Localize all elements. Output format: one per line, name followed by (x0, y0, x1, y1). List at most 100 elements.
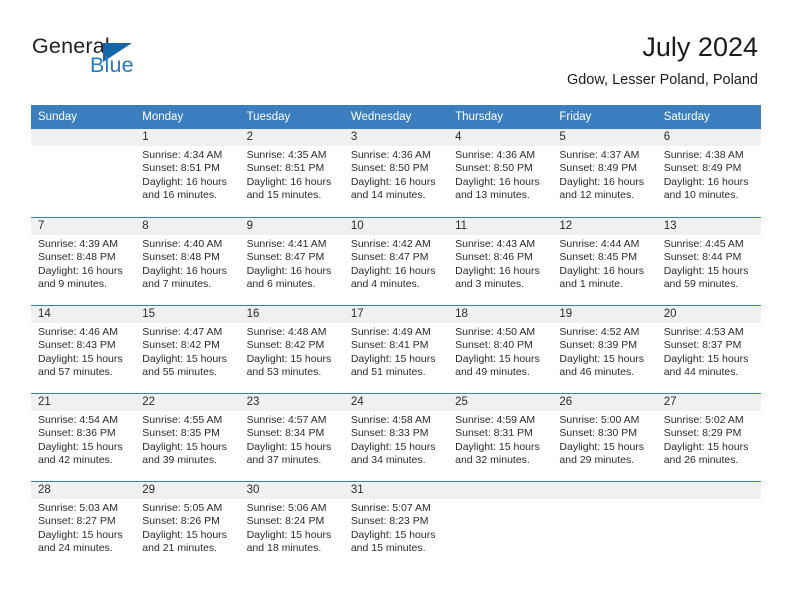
day-cell[interactable]: 3 Sunrise: 4:36 AM Sunset: 8:50 PM Daylight… (343, 129, 449, 217)
day-number: 2 (239, 129, 344, 146)
general-blue-logo[interactable]: General Blue (32, 34, 212, 86)
sunset-text: Sunset: 8:31 PM (455, 427, 533, 440)
sunset-text: Sunset: 8:24 PM (246, 515, 325, 528)
daylight-text-line2: and 4 minutes. (350, 278, 420, 291)
sunset-text: Sunset: 8:42 PM (142, 339, 220, 352)
sunset-text: Sunset: 8:40 PM (455, 339, 533, 352)
daylight-text-line1: Daylight: 15 hours (350, 440, 436, 453)
day-cell[interactable]: 11 Sunrise: 4:43 AM Sunset: 8:46 PM Dayligh… (448, 217, 553, 305)
day-number: 22 (135, 394, 240, 411)
day-cell[interactable]: 28 Sunrise: 5:03 AM Sunset: 8:27 PM Dayligh… (31, 481, 136, 569)
day-cell[interactable] (552, 481, 657, 569)
day-number: 6 (656, 129, 761, 146)
title-block: July 2024 Gdow, Lesser Poland, Poland (567, 30, 758, 91)
day-number: 20 (656, 306, 761, 323)
daylight-text-line2: and 9 minutes. (38, 278, 107, 291)
daylight-text-line2: and 42 minutes. (38, 454, 113, 467)
day-cell[interactable]: 21 Sunrise: 4:54 AM Sunset: 8:36 PM Dayligh… (31, 393, 136, 481)
sunrise-text: Sunrise: 4:35 AM (246, 149, 327, 161)
day-number: 5 (552, 129, 657, 146)
sunset-text: Sunset: 8:44 PM (663, 251, 742, 264)
sunset-text: Sunset: 8:46 PM (455, 251, 533, 264)
day-number: 13 (656, 218, 761, 235)
day-number: 23 (239, 394, 344, 411)
sunset-text: Sunset: 8:29 PM (663, 427, 742, 440)
daylight-text-line1: Daylight: 16 hours (350, 175, 436, 188)
day-cell[interactable]: 22 Sunrise: 4:55 AM Sunset: 8:35 PM Dayligh… (135, 393, 240, 481)
day-cell[interactable] (656, 481, 761, 569)
daylight-text-line1: Daylight: 15 hours (38, 440, 123, 453)
sunset-text: Sunset: 8:51 PM (246, 162, 325, 175)
sunset-text: Sunset: 8:48 PM (38, 251, 116, 264)
day-cell[interactable] (31, 129, 136, 217)
daylight-text-line1: Daylight: 15 hours (663, 352, 749, 365)
day-number: 9 (239, 218, 344, 235)
day-cell[interactable]: 10 Sunrise: 4:42 AM Sunset: 8:47 PM Dayligh… (343, 217, 449, 305)
day-cell[interactable]: 4 Sunrise: 4:36 AM Sunset: 8:50 PM Daylight… (448, 129, 553, 217)
daylight-text-line2: and 57 minutes. (38, 366, 113, 379)
day-cell[interactable] (448, 481, 553, 569)
day-number: 21 (31, 394, 136, 411)
day-number: 17 (343, 306, 449, 323)
day-cell[interactable]: 6 Sunrise: 4:38 AM Sunset: 8:49 PM Daylight… (656, 129, 761, 217)
sunrise-text: Sunrise: 4:36 AM (350, 149, 431, 161)
daylight-text-line2: and 15 minutes. (246, 189, 322, 202)
day-number: 31 (343, 482, 449, 499)
location-subtitle: Gdow, Lesser Poland, Poland (566, 72, 758, 88)
day-cell[interactable]: 8 Sunrise: 4:40 AM Sunset: 8:48 PM Daylight… (135, 217, 240, 305)
day-cell[interactable]: 15 Sunrise: 4:47 AM Sunset: 8:42 PM Dayligh… (135, 305, 240, 393)
week-row: 1 Sunrise: 4:34 AM Sunset: 8:51 PM Daylight… (31, 129, 761, 217)
daylight-text-line1: Daylight: 15 hours (142, 352, 227, 365)
day-cell[interactable]: 26 Sunrise: 5:00 AM Sunset: 8:30 PM Dayligh… (552, 393, 657, 481)
day-cell[interactable]: 17 Sunrise: 4:49 AM Sunset: 8:41 PM Dayligh… (343, 305, 449, 393)
weekday-header-sunday: Sunday (31, 105, 136, 129)
day-cell[interactable]: 2 Sunrise: 4:35 AM Sunset: 8:51 PM Daylight… (239, 129, 344, 217)
day-cell[interactable]: 23 Sunrise: 4:57 AM Sunset: 8:34 PM Dayligh… (239, 393, 344, 481)
daylight-text-line2: and 59 minutes. (663, 278, 739, 291)
daylight-text-line1: Daylight: 15 hours (246, 352, 332, 365)
day-cell[interactable]: 14 Sunrise: 4:46 AM Sunset: 8:43 PM Dayligh… (31, 305, 136, 393)
day-cell[interactable]: 27 Sunrise: 5:02 AM Sunset: 8:29 PM Dayligh… (656, 393, 761, 481)
daylight-text-line1: Daylight: 15 hours (455, 440, 540, 453)
day-cell[interactable]: 24 Sunrise: 4:58 AM Sunset: 8:33 PM Dayligh… (343, 393, 449, 481)
day-cell[interactable]: 12 Sunrise: 4:44 AM Sunset: 8:45 PM Dayligh… (552, 217, 657, 305)
day-number: 14 (31, 306, 136, 323)
daylight-text-line1: Daylight: 15 hours (38, 528, 123, 541)
daylight-text-line1: Daylight: 15 hours (142, 440, 227, 453)
daylight-text-line1: Daylight: 15 hours (559, 352, 645, 365)
weekday-header-wednesday: Wednesday (343, 105, 449, 129)
daylight-text-line1: Daylight: 16 hours (142, 175, 227, 188)
sunrise-text: Sunrise: 5:03 AM (38, 502, 118, 514)
day-cell[interactable]: 1 Sunrise: 4:34 AM Sunset: 8:51 PM Daylight… (135, 129, 240, 217)
day-cell[interactable]: 5 Sunrise: 4:37 AM Sunset: 8:49 PM Daylight… (552, 129, 657, 217)
sunrise-text: Sunrise: 4:59 AM (455, 414, 536, 426)
day-cell[interactable]: 30 Sunrise: 5:06 AM Sunset: 8:24 PM Dayligh… (239, 481, 344, 569)
day-cell[interactable]: 18 Sunrise: 4:50 AM Sunset: 8:40 PM Dayligh… (448, 305, 553, 393)
day-cell[interactable]: 16 Sunrise: 4:48 AM Sunset: 8:42 PM Dayligh… (239, 305, 344, 393)
day-cell[interactable]: 13 Sunrise: 4:45 AM Sunset: 8:44 PM Dayligh… (656, 217, 761, 305)
day-cell[interactable]: 19 Sunrise: 4:52 AM Sunset: 8:39 PM Dayligh… (552, 305, 657, 393)
daylight-text-line2: and 15 minutes. (350, 542, 426, 555)
day-cell[interactable]: 25 Sunrise: 4:59 AM Sunset: 8:31 PM Dayligh… (448, 393, 553, 481)
daylight-text-line2: and 18 minutes. (246, 542, 322, 555)
sunrise-text: Sunrise: 4:57 AM (246, 414, 327, 426)
sunset-text: Sunset: 8:33 PM (350, 427, 429, 440)
day-number: 16 (239, 306, 344, 323)
daylight-text-line2: and 13 minutes. (455, 189, 530, 202)
sunrise-text: Sunrise: 4:48 AM (246, 326, 327, 338)
day-cell[interactable]: 9 Sunrise: 4:41 AM Sunset: 8:47 PM Daylight… (239, 217, 344, 305)
sunset-text: Sunset: 8:47 PM (350, 251, 429, 264)
daylight-text-line2: and 37 minutes. (246, 454, 322, 467)
day-number: 26 (552, 394, 657, 411)
daylight-text-line2: and 1 minute. (559, 278, 624, 291)
daylight-text-line2: and 24 minutes. (38, 542, 113, 555)
daylight-text-line2: and 32 minutes. (455, 454, 530, 467)
day-cell[interactable]: 31 Sunrise: 5:07 AM Sunset: 8:23 PM Dayligh… (343, 481, 449, 569)
day-cell[interactable]: 7 Sunrise: 4:39 AM Sunset: 8:48 PM Daylight… (31, 217, 136, 305)
day-cell[interactable]: 20 Sunrise: 4:53 AM Sunset: 8:37 PM Dayligh… (656, 305, 761, 393)
day-cell[interactable]: 29 Sunrise: 5:05 AM Sunset: 8:26 PM Dayligh… (135, 481, 240, 569)
sunset-text: Sunset: 8:41 PM (350, 339, 429, 352)
logo-text-blue: Blue (90, 53, 134, 77)
sunrise-text: Sunrise: 4:46 AM (38, 326, 118, 338)
sunrise-text: Sunrise: 4:37 AM (559, 149, 640, 161)
